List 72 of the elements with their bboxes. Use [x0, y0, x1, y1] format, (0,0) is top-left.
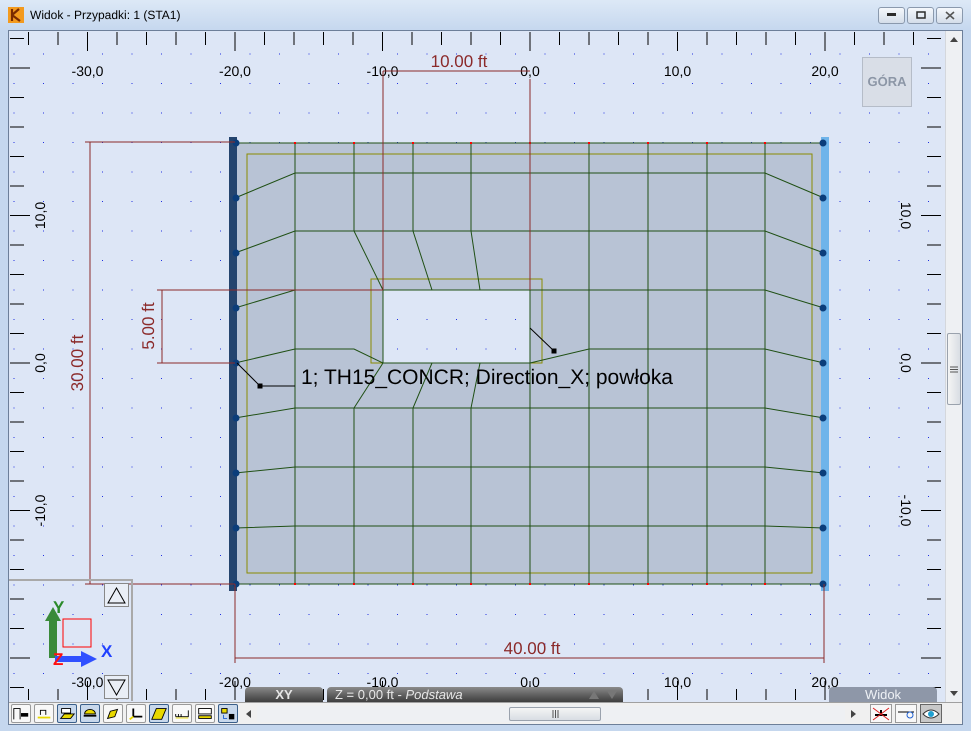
restore-button[interactable]: [907, 6, 934, 24]
down-arrow-icon: [607, 690, 617, 698]
dimension-label: 5.00 ft: [139, 302, 158, 350]
toolbar-button[interactable]: [34, 704, 54, 723]
ruler-label: -10,0: [366, 674, 398, 690]
scroll-down-button[interactable]: [104, 675, 129, 699]
ruler-label: 20,0: [811, 674, 839, 690]
ruler-label: -10,0: [32, 494, 48, 526]
toolbar-button[interactable]: [11, 704, 31, 723]
scroll-left-arrow-icon: [246, 710, 251, 718]
restore-icon: [916, 11, 926, 19]
scroll-right-arrow-icon: [851, 710, 856, 718]
plane-button[interactable]: XY: [245, 687, 323, 702]
toolbar-button[interactable]: [57, 704, 77, 723]
down-triangle-icon: [107, 678, 126, 696]
ruler-label: -30,0: [72, 63, 104, 79]
eye-icon: [922, 708, 940, 720]
toolbar-button[interactable]: [149, 704, 169, 723]
app-logo-icon: [8, 7, 24, 23]
scrollbar-thumb[interactable]: [947, 333, 961, 405]
tool-icon: [58, 705, 76, 722]
tool-icon: [219, 705, 237, 722]
up-arrow-icon: [589, 690, 599, 698]
ruler-label: 10,0: [898, 202, 914, 230]
y-axis-label: Y: [53, 597, 64, 619]
ruler-label: -30,0: [72, 674, 104, 690]
tool-icon: [196, 705, 214, 722]
dimension-label: 30.00 ft: [68, 334, 87, 392]
ruler-label: 20,0: [811, 63, 839, 79]
ruler-label: -20,0: [219, 63, 251, 79]
ruler-label: 0,0: [520, 674, 540, 690]
scrollbar-thumb[interactable]: [509, 706, 601, 720]
up-triangle-icon: [107, 586, 126, 604]
scroll-down-arrow-icon: [950, 691, 958, 696]
toolbar-button[interactable]: [870, 704, 892, 723]
ruler-label: -20,0: [219, 674, 251, 690]
ruler-label: 0,0: [520, 63, 540, 79]
ruler-label: 10,0: [664, 63, 692, 79]
window-title: Widok - Przypadki: 1 (STA1): [30, 7, 180, 24]
dimension-label: 40.00 ft: [504, 639, 560, 658]
toolbar-button[interactable]: [172, 704, 192, 723]
scroll-up-arrow-icon: [950, 37, 958, 42]
view-cube-button[interactable]: GÓRA: [862, 57, 912, 107]
scroll-up-button[interactable]: [104, 583, 129, 607]
toolbar-button[interactable]: [895, 704, 917, 723]
drawing-canvas[interactable]: [9, 31, 945, 702]
ruler-label: 0,0: [898, 353, 914, 373]
toolbar-button[interactable]: [195, 704, 215, 723]
minimize-icon: [887, 13, 896, 17]
vertical-scrollbar[interactable]: [945, 31, 962, 702]
minimize-button[interactable]: [878, 6, 905, 24]
level-label: Z = 0,00 ft - Podstawa: [335, 687, 463, 702]
close-icon: [944, 10, 954, 20]
ruler-label: 10,0: [32, 202, 48, 230]
leader-line: [236, 362, 296, 388]
x-axis-label: X: [101, 641, 112, 663]
grip-icon: [552, 710, 558, 718]
ruler-label: 0,0: [32, 353, 48, 373]
ruler-label: -10,0: [898, 494, 914, 526]
ruler-label: 10,0: [664, 674, 692, 690]
toolbar-button[interactable]: [103, 704, 123, 723]
toolbar-button[interactable]: [218, 704, 238, 723]
toolbar-button[interactable]: [80, 704, 100, 723]
close-button[interactable]: [936, 6, 963, 24]
grip-icon: [950, 366, 958, 372]
crossed-out-icon: [872, 706, 890, 720]
leader-line: [530, 328, 556, 354]
tool-icon: [150, 705, 168, 722]
toolbar-button[interactable]: [126, 704, 146, 723]
toolbar-button[interactable]: [920, 704, 942, 723]
tool-icon: [12, 705, 30, 722]
dimension-label: 10.00 ft: [430, 52, 488, 71]
